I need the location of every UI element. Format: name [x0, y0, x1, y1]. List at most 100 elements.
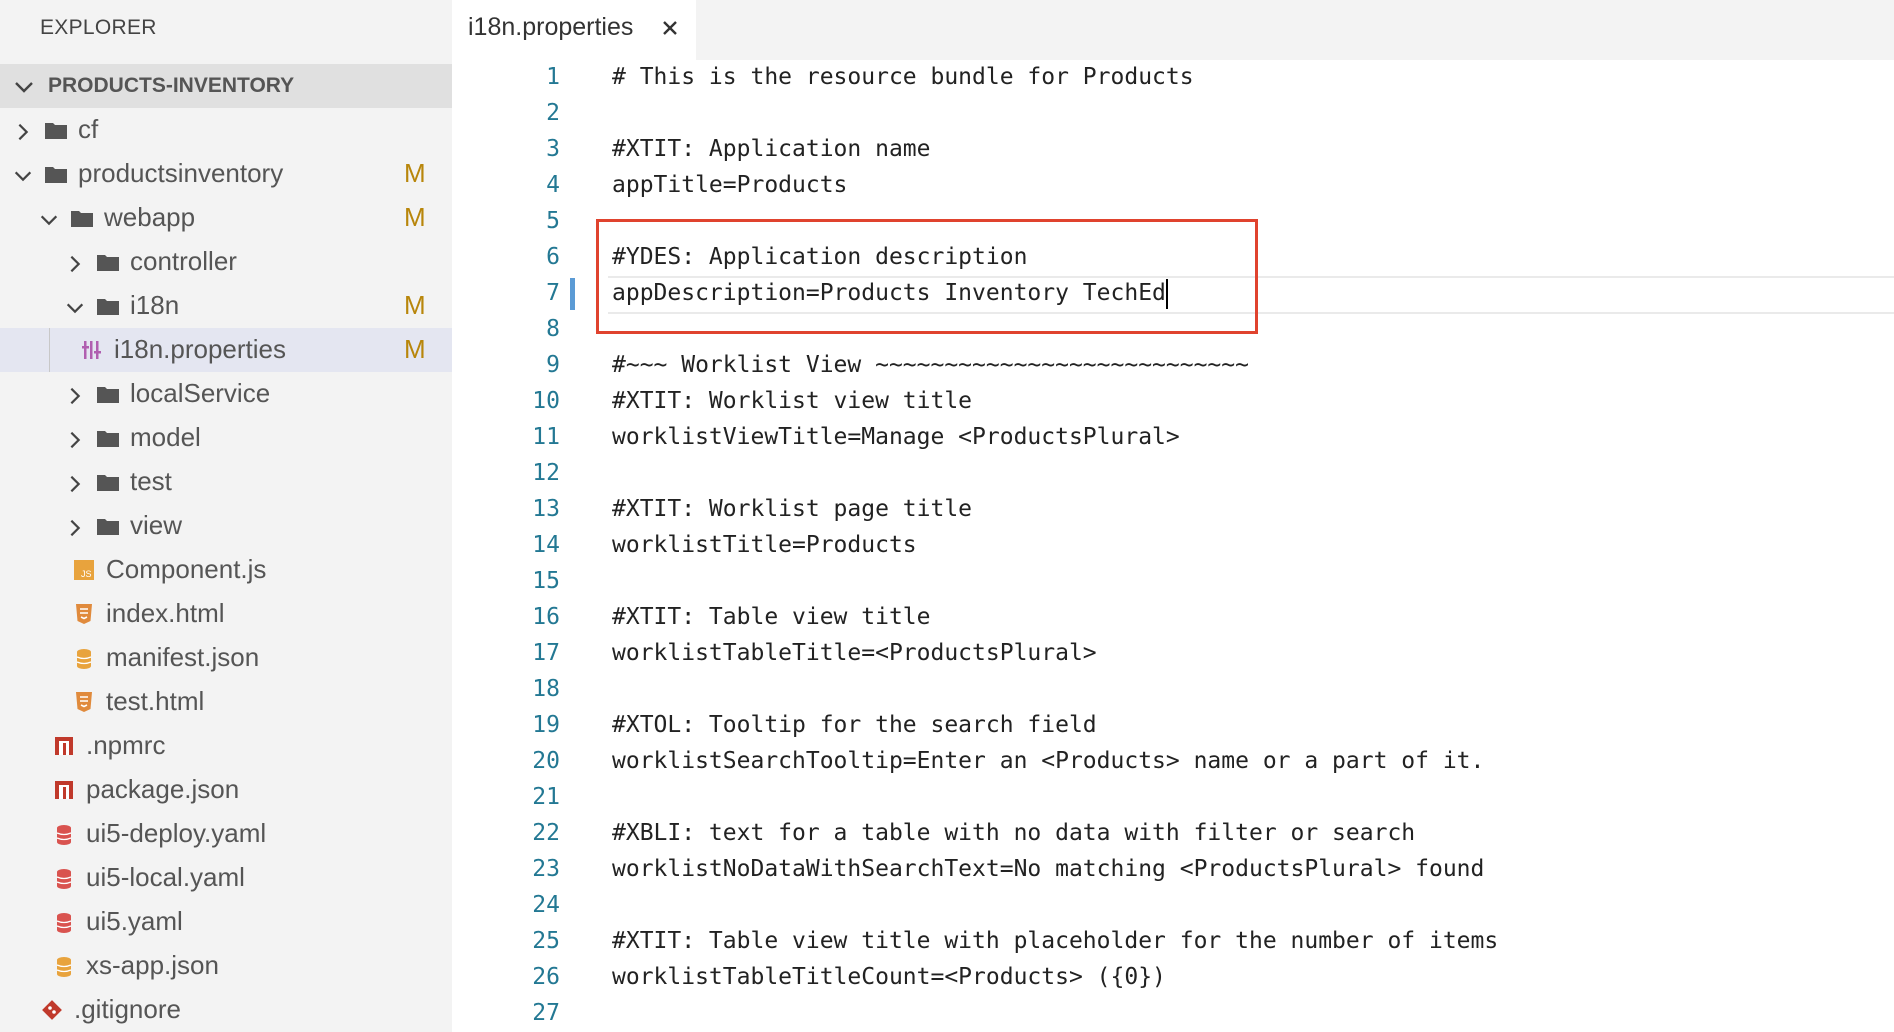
- code-line[interactable]: 6 #YDES: Application description: [452, 240, 1894, 276]
- tree-item-label: controller: [130, 246, 237, 276]
- line-number: 2: [546, 100, 560, 126]
- tree-item[interactable]: localService: [0, 372, 452, 416]
- code-line[interactable]: 22 #XBLI: text for a table with no data w…: [452, 816, 1894, 852]
- code-line[interactable]: 26 worklistTableTitleCount=<Products> ({0…: [452, 960, 1894, 996]
- chevron-right-icon[interactable]: [64, 473, 86, 495]
- code-line[interactable]: 25 #XTIT: Table view title with placehold…: [452, 924, 1894, 960]
- tree-item[interactable]: productsinventory M: [0, 152, 452, 196]
- code-line[interactable]: 14 worklistTitle=Products: [452, 528, 1894, 564]
- code-text: #XTIT: Worklist page title: [612, 496, 973, 522]
- code-line[interactable]: 3 #XTIT: Application name: [452, 132, 1894, 168]
- tree-item[interactable]: xs-app.json: [0, 944, 452, 988]
- code-line[interactable]: 13 #XTIT: Worklist page title: [452, 492, 1894, 528]
- tree-item[interactable]: ui5-deploy.yaml: [0, 812, 452, 856]
- tree-item-label: xs-app.json: [86, 950, 219, 980]
- tree-item[interactable]: model: [0, 416, 452, 460]
- tree-item-label: webapp: [104, 202, 196, 232]
- tree-item-label: index.html: [106, 598, 225, 628]
- tree-item[interactable]: .npmrc: [0, 724, 452, 768]
- tree-item[interactable]: test.html: [0, 680, 452, 724]
- tree-item-label: package.json: [86, 774, 240, 804]
- file-tree: cf productsinventory M webapp Mcontroller i18…: [0, 108, 452, 1032]
- code-line[interactable]: 2: [452, 96, 1894, 132]
- chevron-right-icon[interactable]: [12, 121, 34, 143]
- code-line[interactable]: 17 worklistTableTitle=<ProductsPlural>: [452, 636, 1894, 672]
- code-line[interactable]: 19 #XTOL: Tooltip for the search field: [452, 708, 1894, 744]
- tree-item[interactable]: ui5.yaml: [0, 900, 452, 944]
- folder-icon: [97, 475, 119, 491]
- json-file-icon: [76, 649, 92, 669]
- chevron-right-icon[interactable]: [64, 429, 86, 451]
- chevron-right-icon[interactable]: [64, 517, 86, 539]
- code-text: #XTIT: Table view title: [612, 604, 931, 630]
- line-number: 22: [532, 820, 560, 846]
- project-header[interactable]: PRODUCTS-INVENTORY: [0, 64, 452, 108]
- folder-icon: [97, 431, 119, 447]
- yaml-file-icon: [56, 869, 72, 889]
- tree-item[interactable]: test: [0, 460, 452, 504]
- tree-item[interactable]: index.html: [0, 592, 452, 636]
- tree-item[interactable]: cf: [0, 108, 452, 152]
- chevron-down-icon[interactable]: [12, 165, 34, 187]
- code-line[interactable]: 12: [452, 456, 1894, 492]
- code-line[interactable]: 1 # This is the resource bundle for Produ…: [452, 60, 1894, 96]
- tree-item[interactable]: view: [0, 504, 452, 548]
- tree-item[interactable]: i18n.properties M: [0, 328, 452, 372]
- code-line[interactable]: 11 worklistViewTitle=Manage <ProductsPlur…: [452, 420, 1894, 456]
- code-editor[interactable]: 1 # This is the resource bundle for Produ…: [452, 60, 1894, 1032]
- line-number: 9: [546, 352, 560, 378]
- tree-item-label: ui5-local.yaml: [86, 862, 245, 892]
- tree-item-label: cf: [78, 114, 99, 144]
- folder-icon: [45, 167, 67, 183]
- explorer-title: EXPLORER: [40, 16, 157, 39]
- json-file-icon: [56, 957, 72, 977]
- tree-item-label: ui5.yaml: [86, 906, 183, 936]
- tree-item-label: .gitignore: [74, 994, 181, 1024]
- project-name: PRODUCTS-INVENTORY: [48, 74, 295, 97]
- chevron-down-icon[interactable]: [64, 297, 86, 319]
- code-line[interactable]: 4 appTitle=Products: [452, 168, 1894, 204]
- line-number: 27: [532, 1000, 560, 1026]
- code-line[interactable]: 10 #XTIT: Worklist view title: [452, 384, 1894, 420]
- line-number: 13: [532, 496, 560, 522]
- tree-item[interactable]: manifest.json: [0, 636, 452, 680]
- code-line[interactable]: 20 worklistSearchTooltip=Enter an <Produc…: [452, 744, 1894, 780]
- chevron-down-icon[interactable]: [38, 209, 60, 231]
- code-line[interactable]: 16 #XTIT: Table view title: [452, 600, 1894, 636]
- code-line[interactable]: 27: [452, 996, 1894, 1032]
- modified-badge: M: [404, 202, 426, 232]
- npm-file-icon: [55, 737, 73, 755]
- code-text: worklistTitle=Products: [612, 532, 917, 558]
- code-line[interactable]: 7 appDescription=Products Inventory TechE…: [452, 276, 1894, 314]
- code-line[interactable]: 18: [452, 672, 1894, 708]
- modified-badge: M: [404, 334, 426, 364]
- properties-file-icon: [82, 341, 101, 359]
- tree-item[interactable]: package.json: [0, 768, 452, 812]
- tree-item[interactable]: i18n M: [0, 284, 452, 328]
- line-number: 16: [532, 604, 560, 630]
- folder-icon: [71, 211, 93, 227]
- tree-item[interactable]: JS Component.js: [0, 548, 452, 592]
- code-line[interactable]: 15: [452, 564, 1894, 600]
- code-line[interactable]: 5: [452, 204, 1894, 240]
- code-line[interactable]: 21: [452, 780, 1894, 816]
- tree-item[interactable]: ui5-local.yaml: [0, 856, 452, 900]
- tree-item-label: i18n: [130, 290, 180, 320]
- chevron-right-icon[interactable]: [64, 253, 86, 275]
- tree-item-label: .npmrc: [86, 730, 166, 760]
- tree-item[interactable]: webapp M: [0, 196, 452, 240]
- tree-item[interactable]: controller: [0, 240, 452, 284]
- code-line[interactable]: 23 worklistNoDataWithSearchText=No matchi…: [452, 852, 1894, 888]
- tree-item[interactable]: .gitignore: [0, 988, 452, 1032]
- chevron-right-icon[interactable]: [64, 385, 86, 407]
- close-icon[interactable]: [658, 16, 682, 40]
- yaml-file-icon: [56, 913, 72, 933]
- folder-icon: [45, 123, 67, 139]
- tree-item-label: ui5-deploy.yaml: [86, 818, 267, 848]
- code-line[interactable]: 8: [452, 312, 1894, 348]
- code-line[interactable]: 9 #~~~ Worklist View ~~~~~~~~~~~~~~~~~~~~…: [452, 348, 1894, 384]
- code-text: #XTIT: Table view title with placeholder…: [612, 928, 1499, 954]
- html-file-icon: [76, 692, 92, 712]
- code-line[interactable]: 24: [452, 888, 1894, 924]
- tab-i18n-properties[interactable]: i18n.properties: [452, 0, 696, 60]
